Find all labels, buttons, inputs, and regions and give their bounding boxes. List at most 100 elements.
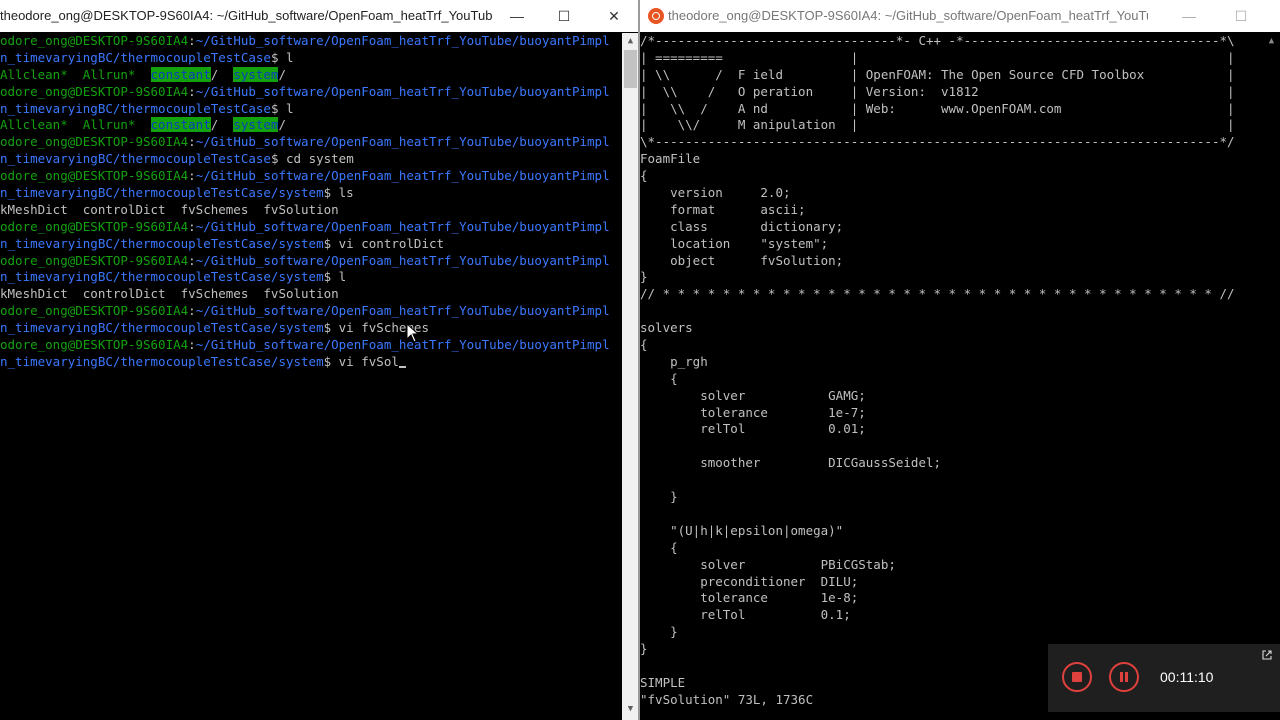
terminal-segment: $ cd system xyxy=(270,151,354,167)
ubuntu-icon xyxy=(648,8,664,24)
left-terminal-output[interactable]: odore_ong@DESKTOP-9S60IA4:~/GitHub_softw… xyxy=(0,33,620,371)
terminal-segment: n_timevaryingBC/thermocoupleTestCase/sys… xyxy=(0,353,324,369)
editor-line: preconditioner DILU; xyxy=(640,573,859,589)
scroll-down-arrow-icon[interactable]: ▼ xyxy=(622,701,639,718)
terminal-segment: n_timevaryingBC/thermocoupleTestCase xyxy=(0,49,271,65)
terminal-segment: : xyxy=(188,168,196,184)
left-terminal-window[interactable]: theodore_ong@DESKTOP-9S60IA4: ~/GitHub_s… xyxy=(0,0,640,720)
terminal-segment: : xyxy=(188,218,196,234)
terminal-segment: system xyxy=(233,66,279,82)
minimize-button[interactable]: — xyxy=(494,0,540,32)
terminal-segment: : xyxy=(188,134,196,150)
editor-line: solver PBiCGStab; xyxy=(640,556,896,572)
terminal-segment: ~/GitHub_software/OpenFoam_heatTrf_YouTu… xyxy=(195,303,610,319)
editor-line: } xyxy=(640,624,678,640)
editor-line: tolerance 1e-8; xyxy=(640,590,859,606)
left-window-title: theodore_ong@DESKTOP-9S60IA4: ~/GitHub_s… xyxy=(0,8,492,23)
terminal-segment: odore_ong@DESKTOP-9S60IA4 xyxy=(0,252,189,268)
terminal-segment: constant xyxy=(150,66,211,82)
terminal-segment: n_timevaryingBC/thermocoupleTestCase/sys… xyxy=(0,320,324,336)
editor-line: "(U|h|k|epsilon|omega)" xyxy=(640,522,844,538)
editor-line: | \\ / O peration | Version: v1812 | xyxy=(640,83,1235,99)
right-window-title: theodore_ong@DESKTOP-9S60IA4: ~/GitHub_s… xyxy=(668,8,1148,23)
editor-line: { xyxy=(640,370,678,386)
close-button[interactable]: ✕ xyxy=(591,0,637,32)
terminal-line: n_timevaryingBC/thermocoupleTestCase/sys… xyxy=(0,185,620,202)
editor-line: | ========= | | xyxy=(640,49,1235,65)
right-scrollbar[interactable]: ▲ ▼ xyxy=(1263,33,1280,720)
terminal-segment: n_timevaryingBC/thermocoupleTestCase/sys… xyxy=(0,185,324,201)
left-scrollbar[interactable]: ▲ ▼ xyxy=(622,33,639,720)
terminal-line: odore_ong@DESKTOP-9S60IA4:~/GitHub_softw… xyxy=(0,33,620,50)
scroll-up-arrow-icon[interactable]: ▲ xyxy=(622,33,639,50)
terminal-segment: ~/GitHub_software/OpenFoam_heatTrf_YouTu… xyxy=(195,168,610,184)
minimize-button[interactable]: — xyxy=(1166,0,1212,32)
recording-timer: 00:11:10 xyxy=(1160,669,1214,685)
terminal-line: n_timevaryingBC/thermocoupleTestCase/sys… xyxy=(0,269,620,286)
terminal-segment: : xyxy=(188,252,196,268)
scroll-up-arrow-icon[interactable]: ▲ xyxy=(1263,33,1280,50)
terminal-line: Allclean* Allrun* constant/ system/ xyxy=(0,66,620,84)
terminal-segment: n_timevaryingBC/thermocoupleTestCase xyxy=(0,100,271,116)
terminal-segment: $ l xyxy=(323,269,347,285)
editor-line: /*--------------------------------*- C++… xyxy=(640,33,1235,48)
text-cursor xyxy=(398,365,406,368)
editor-line: // * * * * * * * * * * * * * * * * * * *… xyxy=(640,286,1235,302)
terminal-segment: odore_ong@DESKTOP-9S60IA4 xyxy=(0,134,189,150)
terminal-line: n_timevaryingBC/thermocoupleTestCase$ l xyxy=(0,101,620,118)
terminal-segment: Allclean* Allrun* xyxy=(0,66,151,82)
editor-line: tolerance 1e-7; xyxy=(640,404,866,420)
terminal-line: kMeshDict controlDict fvSchemes fvSoluti… xyxy=(0,286,620,303)
terminal-segment: odore_ong@DESKTOP-9S60IA4 xyxy=(0,168,189,184)
terminal-line: odore_ong@DESKTOP-9S60IA4:~/GitHub_softw… xyxy=(0,253,620,270)
editor-line: \*--------------------------------------… xyxy=(640,134,1235,150)
expand-icon[interactable] xyxy=(1262,650,1272,660)
terminal-segment: / xyxy=(210,117,234,133)
maximize-button[interactable]: ☐ xyxy=(541,0,587,32)
terminal-segment: ~/GitHub_software/OpenFoam_heatTrf_YouTu… xyxy=(195,134,610,150)
terminal-segment: n_timevaryingBC/thermocoupleTestCase/sys… xyxy=(0,269,324,285)
terminal-line: n_timevaryingBC/thermocoupleTestCase/sys… xyxy=(0,236,620,253)
terminal-segment: n_timevaryingBC/thermocoupleTestCase xyxy=(0,151,271,167)
terminal-segment: $ vi fvSol xyxy=(323,353,399,369)
terminal-line: n_timevaryingBC/thermocoupleTestCase$ l xyxy=(0,50,620,67)
terminal-line: Allclean* Allrun* constant/ system/ xyxy=(0,117,620,134)
scrollbar-thumb[interactable] xyxy=(624,50,637,88)
terminal-line: n_timevaryingBC/thermocoupleTestCase/sys… xyxy=(0,320,620,337)
terminal-segment: / xyxy=(210,66,234,82)
mouse-pointer-icon xyxy=(406,323,420,343)
stop-recording-button[interactable] xyxy=(1062,662,1092,692)
terminal-line: n_timevaryingBC/thermocoupleTestCase/sys… xyxy=(0,354,620,371)
terminal-segment: Allclean* Allrun* xyxy=(0,117,151,133)
terminal-line: odore_ong@DESKTOP-9S60IA4:~/GitHub_softw… xyxy=(0,84,620,101)
pause-recording-button[interactable] xyxy=(1109,662,1139,692)
right-terminal-window[interactable]: theodore_ong@DESKTOP-9S60IA4: ~/GitHub_s… xyxy=(640,0,1280,720)
editor-line: version 2.0; xyxy=(640,185,791,201)
editor-line: } xyxy=(640,489,678,505)
terminal-line: odore_ong@DESKTOP-9S60IA4:~/GitHub_softw… xyxy=(0,219,620,236)
editor-line: p_rgh xyxy=(640,353,708,369)
terminal-line: kMeshDict controlDict fvSchemes fvSoluti… xyxy=(0,202,620,219)
left-title-bar[interactable]: theodore_ong@DESKTOP-9S60IA4: ~/GitHub_s… xyxy=(0,0,640,32)
terminal-segment: $ l xyxy=(270,49,294,65)
editor-line: | \\ / F ield | OpenFOAM: The Open Sourc… xyxy=(640,66,1235,82)
terminal-segment: : xyxy=(188,83,196,99)
terminal-segment: n_timevaryingBC/thermocoupleTestCase/sys… xyxy=(0,235,324,251)
editor-line: solvers xyxy=(640,320,693,336)
terminal-segment: odore_ong@DESKTOP-9S60IA4 xyxy=(0,33,189,48)
editor-line: format ascii; xyxy=(640,201,806,217)
editor-line: | \\/ M anipulation | | xyxy=(640,117,1235,133)
terminal-segment: ~/GitHub_software/OpenFoam_heatTrf_YouTu… xyxy=(195,337,610,353)
right-title-bar[interactable]: theodore_ong@DESKTOP-9S60IA4: ~/GitHub_s… xyxy=(640,0,1280,32)
terminal-segment: ~/GitHub_software/OpenFoam_heatTrf_YouTu… xyxy=(195,252,610,268)
terminal-segment: constant xyxy=(150,117,211,133)
terminal-segment: kMeshDict controlDict fvSchemes fvSoluti… xyxy=(0,286,339,302)
terminal-segment: system xyxy=(233,117,279,133)
maximize-button[interactable]: ☐ xyxy=(1218,0,1264,32)
terminal-segment: ~/GitHub_software/OpenFoam_heatTrf_YouTu… xyxy=(195,83,610,99)
terminal-segment: $ ls xyxy=(323,185,354,201)
vi-editor-buffer[interactable]: /*--------------------------------*- C++… xyxy=(640,33,1256,709)
terminal-line: odore_ong@DESKTOP-9S60IA4:~/GitHub_softw… xyxy=(0,303,620,320)
